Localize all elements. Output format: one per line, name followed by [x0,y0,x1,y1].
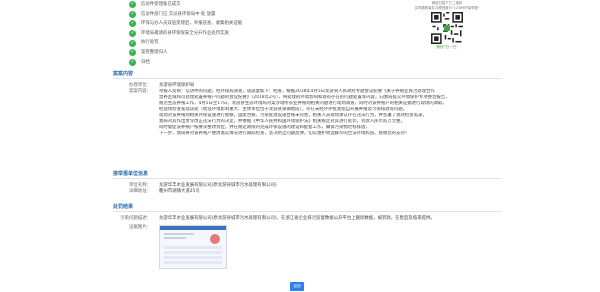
divider [113,178,502,179]
step-label: 信访件受理备已成交 [141,2,181,7]
thumb-row [164,261,222,264]
check-icon: ✓ [129,39,136,47]
check-icon: ✓ [129,49,136,57]
step-item: ✓ 环保与办人员双层受理后，举报盐查，收集相关证据 [129,19,242,29]
section-title: 接举报单位信息 [113,171,149,177]
qr-hint: 微信"扫一扫" [436,45,458,50]
divider [113,78,502,79]
result-section: 处罚结果 污染问题描述： 龙游华丰水业发展有限公司(原龙游县城市污水处理有限公司… [113,203,502,269]
result-summary-row: 污染问题描述： 龙游华丰水业发展有限公司(原龙游县城市污水处理有限公司)，在浙江… [113,216,502,222]
qr-caption-line2: 实时跟踪事件办理进度与"12369环保举报" [414,5,480,10]
step-label: 归档 [141,59,150,65]
thumb-row [164,246,222,249]
thumb-row [164,251,222,254]
evidence-label: 证据图片： [129,225,151,230]
org-address-row: 详细地址： 衢州市湖镇大道25号 [113,189,502,195]
qr-code-icon [431,12,463,45]
content-text: 举报人反映：信访件的问题，经环保局调查，现就复如下：经查，根据2018年4月5日… [159,89,502,137]
divider [113,211,502,212]
check-icon: ✓ [129,30,136,38]
section-title: 案案内容 [113,71,134,77]
return-button[interactable]: 返回 [290,282,304,291]
step-item: ✓ 信访件受理备已成交 [129,0,242,10]
step-label: 执行处罚 [141,40,159,46]
qr-panel: 微信扫描下方二维码 实时跟踪事件办理进度与"12369环保举报" 微信"扫一扫" [410,1,484,50]
step-item: ✓ 信访件部门已 交派县环保局中 处 放置 [129,10,242,20]
thumb-header [160,226,226,230]
check-icon: ✓ [129,58,136,66]
progress-steps: ✓ 信访件受理备已成交 ✓ 信访件部门已 交派县环保局中 处 放置 ✓ 环保与办… [129,0,242,67]
step-label: 案卷整理归人 [141,49,168,55]
check-icon: ✓ [129,10,136,18]
step-label: 信访件部门已 交派县环保局中 处 放置 [141,11,216,17]
result-summary-label: 污染问题描述： [120,216,151,221]
case-section: 案案内容 办理单位： 龙游县环境保护局 案案内容： 举报人反映：信访件的问题，经… [113,70,502,137]
evidence-image[interactable] [159,225,227,269]
content-row: 案案内容： 举报人反映：信访件的问题，经环保局调查，现就复如下：经查，根据201… [113,89,502,137]
evidence-row: 证据图片： [113,225,502,269]
section-title: 处罚结果 [113,204,134,210]
content-line: 下一步，我局将对该养殖户整改落实情况进行跟踪检查，坚决防止问题反弹，切实维护周边… [159,131,410,136]
step-item: ✓ 环境局邀请的县环保保安全分开作业处罚实施 [129,29,242,39]
thumb-row [164,256,222,259]
check-icon: ✓ [129,1,136,9]
step-item: ✓ 执行处罚 [129,38,242,48]
check-icon: ✓ [129,20,136,28]
step-item: ✓ 归档 [129,58,242,68]
result-summary-value: 龙游华丰水业发展有限公司(原龙游县城市污水处理有限公司)，在浙江省企业排污监督数… [159,216,435,221]
thumb-line [164,233,194,235]
org-section: 接举报单位信息 单位名称： 龙游华丰水业发展有限公司(原龙游县城市污水处理有限公… [113,170,502,195]
step-label: 环保与办人员双层受理后，举报盐查，收集相关证据 [141,21,242,27]
step-item: ✓ 案卷整理归人 [129,48,242,58]
org-address-label: 详细地址： [129,189,151,194]
content-label: 案案内容： [129,89,151,94]
thumb-line [164,237,186,239]
thumb-marker [210,234,220,244]
org-address-value: 衢州市湖镇大道25号 [159,189,200,194]
step-label: 环境局邀请的县环保保安全分开作业处罚实施 [141,30,229,36]
